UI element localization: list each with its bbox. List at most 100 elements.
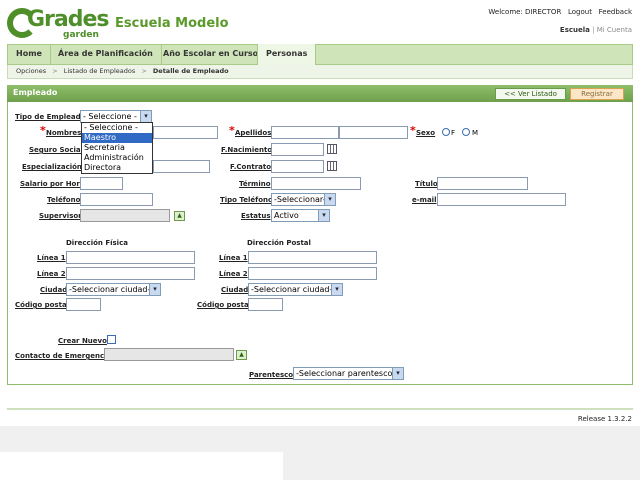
- feedback-link[interactable]: Feedback: [599, 8, 632, 16]
- tab-personas[interactable]: Personas: [257, 44, 317, 65]
- dropdown-option-selected[interactable]: Maestro: [82, 133, 152, 143]
- chevron-down-icon: ▾: [140, 111, 151, 122]
- logo-text-top: Grades: [27, 7, 110, 32]
- chevron-down-icon: ▾: [324, 194, 335, 205]
- sexo-label: Sexo: [416, 129, 436, 137]
- contacto-lookup-button[interactable]: ▲: [236, 350, 247, 360]
- required-asterisk: *: [410, 124, 416, 137]
- fisica-linea1-input[interactable]: [66, 251, 195, 264]
- chevron-down-icon: ▾: [149, 284, 160, 295]
- salario-input[interactable]: [80, 177, 123, 190]
- titulo-label: Título: [415, 180, 438, 188]
- contacto-emergencia-input: [104, 348, 234, 361]
- salario-label: Salario por Hora: [20, 180, 85, 188]
- required-asterisk: *: [229, 124, 235, 137]
- postal-ciudad-label: Ciudad: [221, 286, 249, 294]
- logout-link[interactable]: Logout: [568, 8, 592, 16]
- context-separator: |: [592, 26, 595, 34]
- context-bar: Escuela | Mi Cuenta: [560, 26, 632, 34]
- apellido-materno-input[interactable]: [339, 126, 408, 139]
- especializacion-label: Especialización: [22, 163, 82, 171]
- supervisor-lookup-button[interactable]: ▲: [174, 211, 185, 221]
- back-to-list-button[interactable]: << Ver Listado: [495, 88, 566, 100]
- parentesco-label: Parentesco: [249, 371, 294, 379]
- fisica-ciudad-select[interactable]: -Seleccionar ciudad- ▾: [66, 283, 161, 296]
- sexo-f-radio[interactable]: [442, 128, 450, 136]
- sexo-f-label: F: [451, 129, 456, 137]
- logo: Grades garden: [7, 7, 110, 41]
- email-label: e-mail: [412, 196, 437, 204]
- estatus-label: Estatus: [241, 212, 271, 220]
- f-nacimiento-input[interactable]: [271, 143, 324, 156]
- fisica-linea2-input[interactable]: [66, 267, 195, 280]
- nombres-input[interactable]: [153, 126, 218, 139]
- postal-linea2-input[interactable]: [248, 267, 377, 280]
- telefono-input[interactable]: [80, 193, 153, 206]
- chevron-down-icon: ▾: [331, 284, 342, 295]
- my-account-link[interactable]: Mi Cuenta: [597, 26, 632, 34]
- postal-codigo-postal-input[interactable]: [248, 298, 283, 311]
- fisica-ciudad-label: Ciudad: [40, 286, 68, 294]
- breadcrumb-listado[interactable]: Listado de Empleados: [64, 67, 136, 75]
- estatus-value: Activo: [274, 211, 299, 220]
- postal-ciudad-select[interactable]: -Seleccionar ciudad- ▾: [248, 283, 343, 296]
- dropdown-option[interactable]: Secretaria: [82, 143, 152, 153]
- tipo-telefono-select[interactable]: -Seleccionar- ▾: [271, 193, 336, 206]
- breadcrumb-detalle: Detalle de Empleado: [152, 67, 229, 75]
- parentesco-select[interactable]: -Seleccionar parentesco- ▾: [293, 367, 404, 380]
- f-contrato-label: F.Contrato: [230, 163, 272, 171]
- postal-linea1-input[interactable]: [248, 251, 377, 264]
- nombres-label: Nombres: [46, 129, 82, 137]
- seguro-social-label: Seguro Social: [29, 146, 84, 154]
- fisica-linea2-label: Línea 2: [37, 270, 66, 278]
- fisica-codigo-postal-input[interactable]: [66, 298, 101, 311]
- logo-text-bottom: garden: [63, 30, 99, 40]
- f-contrato-input[interactable]: [271, 160, 324, 173]
- tab-home[interactable]: Home: [8, 44, 51, 65]
- estatus-select[interactable]: Activo ▾: [271, 209, 330, 222]
- fisica-linea1-label: Línea 1: [37, 254, 66, 262]
- direccion-fisica-heading: Dirección Física: [66, 239, 128, 247]
- sexo-m-radio[interactable]: [462, 128, 470, 136]
- email-input[interactable]: [437, 193, 566, 206]
- contacto-emergencia-label: Contacto de Emergencia: [15, 352, 112, 360]
- postal-codigo-postal-label: Código postal: [197, 301, 252, 309]
- dropdown-option[interactable]: Administración: [82, 153, 152, 163]
- fisica-codigo-postal-label: Código postal: [15, 301, 70, 309]
- footer-divider: [7, 408, 633, 410]
- apellido-paterno-input[interactable]: [271, 126, 339, 139]
- telefono-label: Teléfono: [47, 196, 81, 204]
- especializacion-input[interactable]: [153, 160, 210, 173]
- tipo-telefono-value: -Seleccionar-: [274, 195, 326, 204]
- calendar-icon[interactable]: [327, 161, 337, 171]
- apellidos-label: Apellidos: [235, 129, 272, 137]
- tab-ano-escolar[interactable]: Año Escolar en Curso: [155, 44, 268, 65]
- supervisor-label: Supervisor: [39, 212, 82, 220]
- titulo-input[interactable]: [437, 177, 528, 190]
- sexo-m-label: M: [472, 129, 479, 137]
- calendar-icon[interactable]: [327, 144, 337, 154]
- postal-linea2-label: Línea 2: [219, 270, 248, 278]
- termino-input[interactable]: [271, 177, 361, 190]
- postal-linea1-label: Línea 1: [219, 254, 248, 262]
- breadcrumb: Opciones > Listado de Empleados > Detall…: [7, 65, 633, 79]
- register-button[interactable]: Registrar: [570, 88, 624, 100]
- parentesco-value: -Seleccionar parentesco-: [296, 369, 396, 378]
- fisica-ciudad-value: -Seleccionar ciudad-: [69, 285, 151, 294]
- required-asterisk: *: [40, 124, 46, 137]
- postal-ciudad-value: -Seleccionar ciudad-: [251, 285, 333, 294]
- welcome-text: Welcome: DIRECTOR: [488, 8, 562, 16]
- dropdown-option[interactable]: - Seleccione -: [82, 123, 152, 133]
- crear-nuevo-label: Crear Nuevo: [58, 337, 107, 345]
- supervisor-input: [80, 209, 170, 222]
- crear-nuevo-checkbox[interactable]: [107, 335, 116, 344]
- dropdown-option[interactable]: Directora: [82, 163, 152, 173]
- termino-label: Término: [239, 180, 271, 188]
- breadcrumb-opciones[interactable]: Opciones: [16, 67, 46, 75]
- f-nacimiento-label: F.Nacimiento: [221, 146, 273, 154]
- tab-area-planificacion[interactable]: Área de Planificación: [50, 44, 162, 65]
- school-link[interactable]: Escuela: [560, 26, 590, 34]
- direccion-postal-heading: Dirección Postal: [247, 239, 311, 247]
- tipo-empleado-dropdown: - Seleccione - Maestro Secretaria Admini…: [81, 122, 153, 174]
- tipo-telefono-label: Tipo Teléfono: [220, 196, 273, 204]
